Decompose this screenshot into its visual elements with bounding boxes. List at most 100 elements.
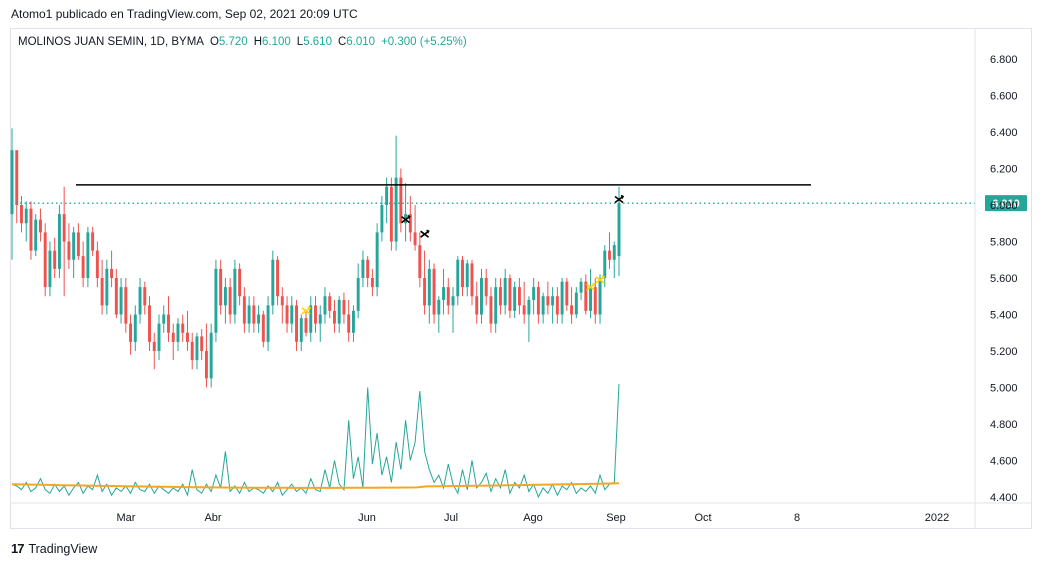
candle — [366, 256, 370, 288]
candle-body — [219, 268, 223, 306]
candle — [546, 281, 550, 315]
candle-body — [489, 296, 493, 324]
candle-body — [252, 305, 256, 324]
candle-body — [342, 299, 346, 315]
candle-body — [565, 281, 569, 306]
price-tick-label: 6.600 — [990, 91, 1018, 103]
candle — [337, 296, 341, 333]
candle-body — [276, 259, 280, 297]
price-tick-label: 5.800 — [990, 237, 1018, 249]
candle — [176, 318, 180, 351]
candle — [72, 226, 76, 278]
candle — [389, 177, 393, 251]
candle — [38, 208, 42, 242]
candle — [517, 278, 521, 315]
candle — [522, 281, 526, 324]
candle — [171, 323, 175, 361]
candle — [442, 268, 446, 315]
price-chart[interactable]: 6.010 6.800 6.600 6.400 6.200 6.000 5.800 5.60… — [0, 0, 1041, 566]
candle — [10, 128, 14, 260]
candle — [129, 314, 133, 355]
candle — [105, 259, 109, 315]
candle-body — [370, 278, 374, 288]
candle — [20, 195, 23, 233]
candle — [413, 205, 417, 251]
candle-body — [484, 278, 488, 297]
candle-body — [261, 314, 265, 342]
candle — [318, 305, 322, 342]
tradingview-logo[interactable]: 17 TradingView — [11, 541, 97, 556]
candle-body — [171, 332, 175, 342]
price-tick-label: 6.800 — [990, 54, 1018, 66]
candle-body — [427, 268, 431, 306]
candle-body — [29, 208, 33, 251]
candle — [394, 135, 398, 251]
candle-body — [143, 287, 147, 306]
candle — [551, 287, 555, 324]
candle-body — [119, 287, 123, 315]
candle-body — [579, 281, 583, 293]
axis-layer: 6.800 6.600 6.400 6.200 6.000 5.800 5.600 5.400… — [11, 29, 1031, 529]
candle-body — [536, 287, 540, 315]
candle — [295, 299, 299, 351]
candle — [276, 256, 280, 306]
candle — [95, 241, 99, 288]
time-tick-label: 8 — [794, 512, 800, 524]
legend-open: 5.720 — [218, 36, 248, 48]
candle-body — [366, 259, 370, 278]
candle — [257, 305, 261, 333]
candle-body — [589, 287, 593, 311]
price-tick-label: 6.000 — [990, 200, 1018, 212]
candle-body — [133, 314, 137, 342]
candle-body — [15, 150, 19, 205]
candle-body — [465, 263, 469, 288]
candle-body — [38, 219, 42, 233]
candle — [148, 296, 151, 351]
candle-body — [67, 241, 71, 260]
candle-body — [555, 296, 559, 315]
candle-body — [20, 205, 23, 224]
candle — [34, 214, 38, 257]
price-tick-label: 4.400 — [990, 492, 1018, 504]
price-tick-label: 5.400 — [990, 310, 1018, 322]
candle — [138, 278, 142, 324]
candle — [280, 287, 284, 324]
candle — [157, 314, 161, 361]
candle-body — [48, 250, 52, 288]
candle — [536, 281, 540, 324]
tradingview-brand: TradingView — [28, 541, 98, 556]
candle-body — [95, 250, 99, 278]
candle-body — [138, 287, 142, 315]
candle — [475, 281, 479, 324]
candle — [370, 268, 374, 297]
candle — [81, 241, 85, 288]
candle-body — [508, 278, 512, 311]
candle — [480, 268, 483, 324]
candle-body — [617, 203, 621, 257]
candle-body — [380, 205, 384, 233]
candle-body — [86, 232, 90, 278]
candle — [261, 310, 265, 348]
candle-body — [72, 232, 76, 260]
candle — [332, 299, 336, 333]
candle-body — [34, 219, 38, 251]
price-tick-label: 4.800 — [990, 419, 1018, 431]
legend-low: 5.610 — [303, 36, 332, 48]
candle — [532, 278, 536, 315]
candle — [361, 250, 365, 288]
candle-body — [114, 278, 118, 315]
candle — [423, 250, 427, 315]
candle-body — [480, 278, 483, 315]
candle — [152, 332, 156, 370]
candle-body — [157, 323, 161, 351]
candle — [242, 287, 246, 333]
candle — [584, 274, 588, 315]
candle-body — [584, 281, 588, 311]
candle-body — [347, 314, 351, 333]
candle — [119, 278, 123, 324]
candle — [181, 314, 185, 342]
line-layer: 6.010 — [11, 184, 1027, 212]
candle — [470, 259, 474, 306]
candle-body — [593, 287, 597, 315]
candle-body — [200, 336, 204, 351]
